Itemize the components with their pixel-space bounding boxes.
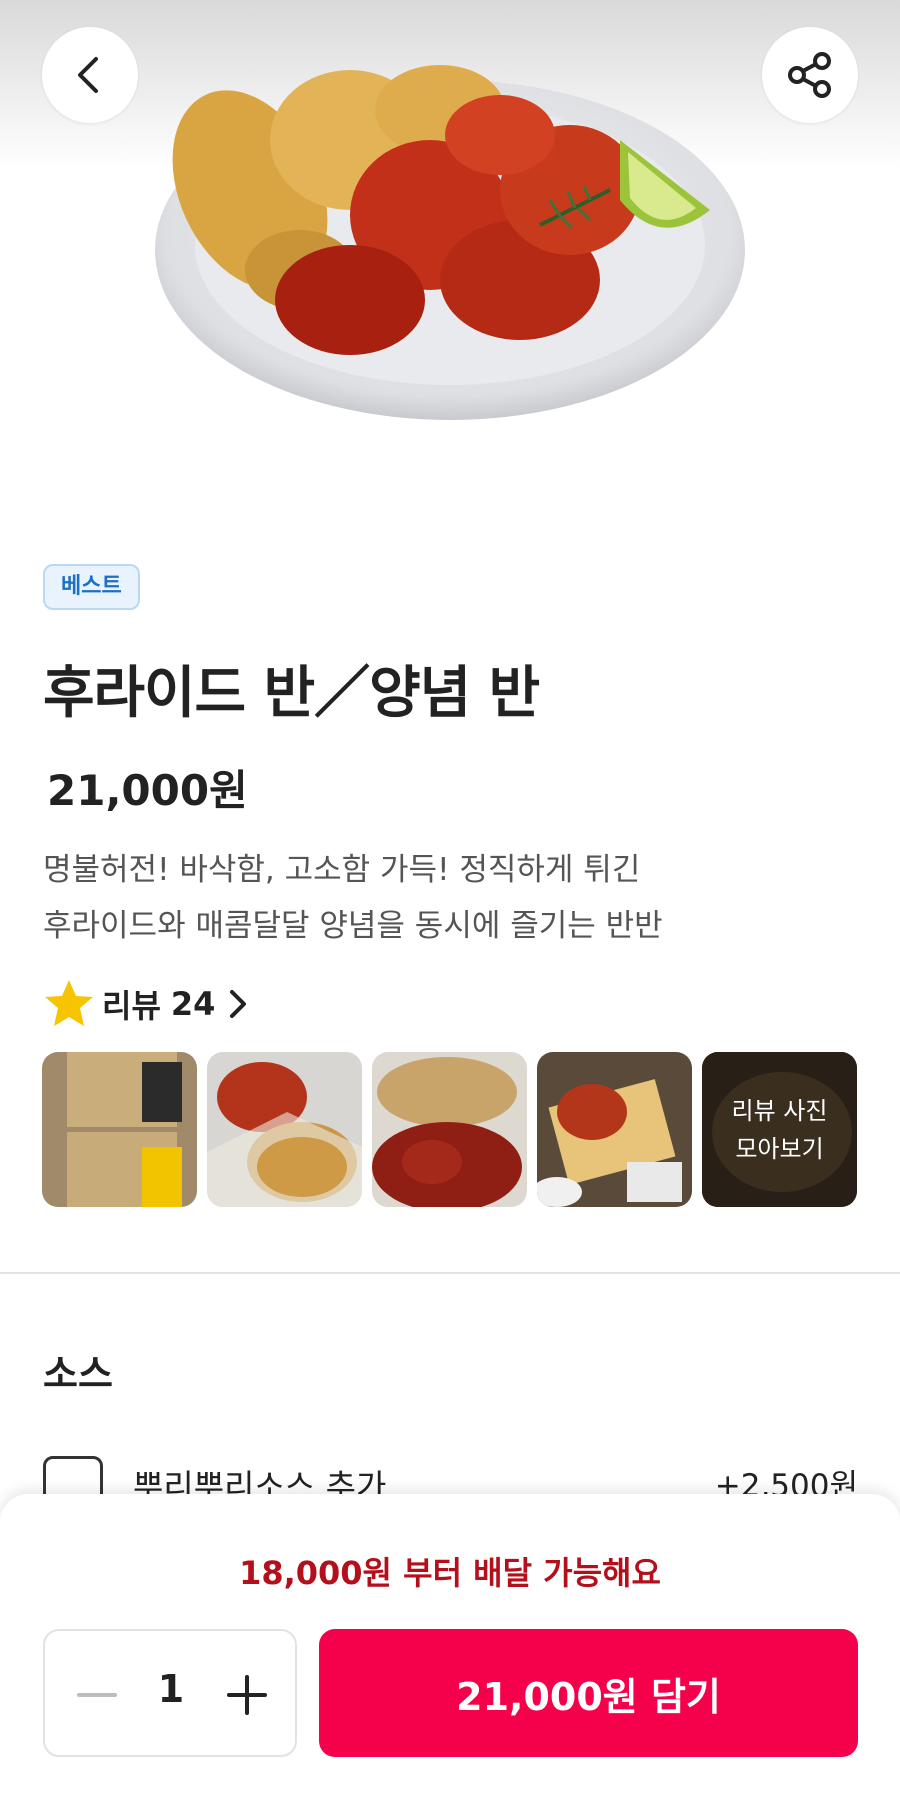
product-title: 후라이드 반／양념 반	[43, 661, 540, 726]
review-photo[interactable]	[537, 1052, 692, 1207]
section-divider	[0, 1272, 900, 1274]
chicken-plate-image	[155, 65, 745, 420]
photos-more-line: 리뷰 사진	[731, 1096, 828, 1125]
increase-button[interactable]	[217, 1665, 277, 1725]
review-photos-more[interactable]: 리뷰 사진 모아보기	[702, 1052, 857, 1207]
plus-icon	[227, 1675, 267, 1715]
share-icon	[788, 52, 831, 98]
review-label: 리뷰	[102, 987, 161, 1025]
description-line: 후라이드와 매콤달달 양념을 동시에 즐기는 반반	[43, 908, 663, 944]
review-photo[interactable]	[372, 1052, 527, 1207]
minus-icon	[77, 1693, 117, 1697]
review-photo[interactable]	[207, 1052, 362, 1207]
chevron-right-icon	[227, 989, 249, 1019]
decrease-button[interactable]	[67, 1665, 127, 1725]
product-price: 21,000원	[47, 766, 248, 815]
review-count: 24	[170, 985, 216, 1023]
quantity-value: 1	[157, 1667, 185, 1711]
best-badge: 베스트	[43, 564, 140, 610]
star-icon	[45, 980, 93, 1026]
review-link[interactable]: 리뷰 24	[42, 976, 249, 1032]
review-photo[interactable]	[42, 1052, 197, 1207]
chevron-left-icon	[78, 57, 98, 93]
add-to-cart-button[interactable]: 21,000원 담기	[319, 1629, 858, 1757]
min-order-notice: 18,000원 부터 배달 가능해요	[239, 1554, 661, 1592]
photos-more-line: 모아보기	[735, 1134, 824, 1163]
back-button[interactable]	[42, 27, 138, 123]
product-description: 명불허전! 바삭함, 고소함 가득! 정직하게 튀긴 후라이드와 매콤달달 양념…	[43, 842, 803, 954]
product-hero-image	[0, 0, 900, 480]
order-bottom-bar: 18,000원 부터 배달 가능해요 1 21,000원 담기	[0, 1494, 900, 1798]
quantity-stepper: 1	[43, 1629, 297, 1757]
share-button[interactable]	[762, 27, 858, 123]
review-photo-strip: 리뷰 사진 모아보기	[42, 1052, 857, 1207]
sauce-section-title: 소스	[43, 1352, 113, 1396]
description-line: 명불허전! 바삭함, 고소함 가득! 정직하게 튀긴	[43, 852, 641, 888]
